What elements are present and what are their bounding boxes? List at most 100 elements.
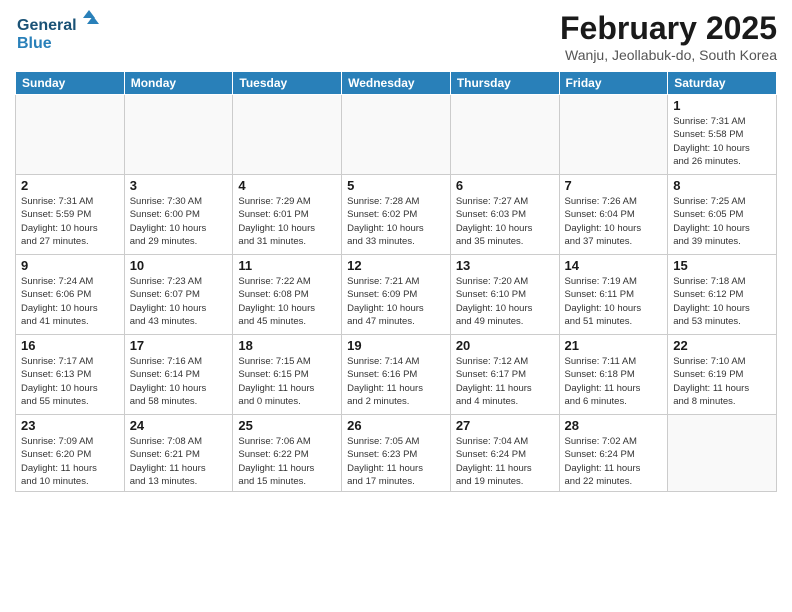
weekday-header-sunday: Sunday [16, 72, 125, 95]
calendar-cell [233, 95, 342, 175]
weekday-header-wednesday: Wednesday [342, 72, 451, 95]
calendar-cell [342, 95, 451, 175]
day-number: 3 [130, 178, 228, 193]
calendar-cell: 17 Sunrise: 7:16 AMSunset: 6:14 PMDayligh… [124, 335, 233, 415]
weekday-header-tuesday: Tuesday [233, 72, 342, 95]
day-number: 23 [21, 418, 119, 433]
day-info: Sunrise: 7:20 AMSunset: 6:10 PMDaylight:… [456, 275, 554, 328]
day-number: 8 [673, 178, 771, 193]
day-info: Sunrise: 7:15 AMSunset: 6:15 PMDaylight:… [238, 355, 336, 408]
header: General Blue February 2025 Wanju, Jeolla… [15, 10, 777, 63]
day-info: Sunrise: 7:27 AMSunset: 6:03 PMDaylight:… [456, 195, 554, 248]
calendar-cell: 9 Sunrise: 7:24 AMSunset: 6:06 PMDaylight… [16, 255, 125, 335]
calendar-cell: 2Sunrise: 7:31 AMSunset: 5:59 PMDaylight… [16, 175, 125, 255]
calendar-cell [450, 95, 559, 175]
day-info: Sunrise: 7:08 AMSunset: 6:21 PMDaylight:… [130, 435, 228, 488]
day-info: Sunrise: 7:02 AMSunset: 6:24 PMDaylight:… [565, 435, 663, 488]
calendar-cell: 28 Sunrise: 7:02 AMSunset: 6:24 PMDayligh… [559, 415, 668, 492]
weekday-header-thursday: Thursday [450, 72, 559, 95]
calendar-cell: 5 Sunrise: 7:28 AMSunset: 6:02 PMDaylight… [342, 175, 451, 255]
day-number: 2 [21, 178, 119, 193]
day-number: 16 [21, 338, 119, 353]
day-number: 22 [673, 338, 771, 353]
day-number: 7 [565, 178, 663, 193]
day-info: Sunrise: 7:18 AMSunset: 6:12 PMDaylight:… [673, 275, 771, 328]
calendar-cell: 10 Sunrise: 7:23 AMSunset: 6:07 PMDayligh… [124, 255, 233, 335]
day-number: 15 [673, 258, 771, 273]
day-number: 19 [347, 338, 445, 353]
day-info: Sunrise: 7:10 AMSunset: 6:19 PMDaylight:… [673, 355, 771, 408]
day-number: 10 [130, 258, 228, 273]
day-number: 21 [565, 338, 663, 353]
calendar-cell [16, 95, 125, 175]
calendar-cell: 26 Sunrise: 7:05 AMSunset: 6:23 PMDayligh… [342, 415, 451, 492]
day-info: Sunrise: 7:17 AMSunset: 6:13 PMDaylight:… [21, 355, 119, 408]
calendar-cell: 25 Sunrise: 7:06 AMSunset: 6:22 PMDayligh… [233, 415, 342, 492]
weekday-header-saturday: Saturday [668, 72, 777, 95]
calendar-cell: 22 Sunrise: 7:10 AMSunset: 6:19 PMDayligh… [668, 335, 777, 415]
calendar-cell: 23 Sunrise: 7:09 AMSunset: 6:20 PMDayligh… [16, 415, 125, 492]
weekday-header-monday: Monday [124, 72, 233, 95]
day-info: Sunrise: 7:06 AMSunset: 6:22 PMDaylight:… [238, 435, 336, 488]
calendar-cell: 14Sunrise: 7:19 AMSunset: 6:11 PMDayligh… [559, 255, 668, 335]
day-number: 28 [565, 418, 663, 433]
day-info: Sunrise: 7:23 AMSunset: 6:07 PMDaylight:… [130, 275, 228, 328]
day-info: Sunrise: 7:25 AMSunset: 6:05 PMDaylight:… [673, 195, 771, 248]
calendar-cell: 8 Sunrise: 7:25 AMSunset: 6:05 PMDaylight… [668, 175, 777, 255]
day-number: 14 [565, 258, 663, 273]
calendar-week-3: 9 Sunrise: 7:24 AMSunset: 6:06 PMDaylight… [16, 255, 777, 335]
day-number: 4 [238, 178, 336, 193]
day-number: 9 [21, 258, 119, 273]
calendar-cell: 24 Sunrise: 7:08 AMSunset: 6:21 PMDayligh… [124, 415, 233, 492]
calendar-cell: 1Sunrise: 7:31 AMSunset: 5:58 PMDaylight… [668, 95, 777, 175]
day-number: 24 [130, 418, 228, 433]
day-info: Sunrise: 7:14 AMSunset: 6:16 PMDaylight:… [347, 355, 445, 408]
calendar-week-1: 1Sunrise: 7:31 AMSunset: 5:58 PMDaylight… [16, 95, 777, 175]
day-info: Sunrise: 7:24 AMSunset: 6:06 PMDaylight:… [21, 275, 119, 328]
calendar-cell: 12 Sunrise: 7:21 AMSunset: 6:09 PMDayligh… [342, 255, 451, 335]
day-number: 5 [347, 178, 445, 193]
page: General Blue February 2025 Wanju, Jeolla… [0, 0, 792, 612]
day-number: 17 [130, 338, 228, 353]
logo: General Blue [15, 10, 105, 60]
logo-icon: General Blue [15, 10, 105, 55]
calendar-cell: 11 Sunrise: 7:22 AMSunset: 6:08 PMDayligh… [233, 255, 342, 335]
calendar-cell: 3 Sunrise: 7:30 AMSunset: 6:00 PMDaylight… [124, 175, 233, 255]
day-number: 26 [347, 418, 445, 433]
calendar-cell: 19 Sunrise: 7:14 AMSunset: 6:16 PMDayligh… [342, 335, 451, 415]
calendar-cell: 7 Sunrise: 7:26 AMSunset: 6:04 PMDaylight… [559, 175, 668, 255]
calendar-table: SundayMondayTuesdayWednesdayThursdayFrid… [15, 71, 777, 492]
day-number: 12 [347, 258, 445, 273]
day-number: 11 [238, 258, 336, 273]
svg-text:Blue: Blue [17, 35, 52, 52]
day-number: 1 [673, 98, 771, 113]
day-info: Sunrise: 7:21 AMSunset: 6:09 PMDaylight:… [347, 275, 445, 328]
day-number: 20 [456, 338, 554, 353]
calendar-cell: 15 Sunrise: 7:18 AMSunset: 6:12 PMDayligh… [668, 255, 777, 335]
day-number: 25 [238, 418, 336, 433]
day-info: Sunrise: 7:05 AMSunset: 6:23 PMDaylight:… [347, 435, 445, 488]
subtitle: Wanju, Jeollabuk-do, South Korea [560, 47, 777, 63]
day-info: Sunrise: 7:04 AMSunset: 6:24 PMDaylight:… [456, 435, 554, 488]
day-info: Sunrise: 7:12 AMSunset: 6:17 PMDaylight:… [456, 355, 554, 408]
weekday-header-row: SundayMondayTuesdayWednesdayThursdayFrid… [16, 72, 777, 95]
day-number: 27 [456, 418, 554, 433]
day-info: Sunrise: 7:29 AMSunset: 6:01 PMDaylight:… [238, 195, 336, 248]
day-info: Sunrise: 7:09 AMSunset: 6:20 PMDaylight:… [21, 435, 119, 488]
calendar-cell [124, 95, 233, 175]
calendar-week-2: 2Sunrise: 7:31 AMSunset: 5:59 PMDaylight… [16, 175, 777, 255]
calendar-cell: 16 Sunrise: 7:17 AMSunset: 6:13 PMDayligh… [16, 335, 125, 415]
day-number: 6 [456, 178, 554, 193]
day-info: Sunrise: 7:28 AMSunset: 6:02 PMDaylight:… [347, 195, 445, 248]
title-block: February 2025 Wanju, Jeollabuk-do, South… [560, 10, 777, 63]
day-info: Sunrise: 7:22 AMSunset: 6:08 PMDaylight:… [238, 275, 336, 328]
day-info: Sunrise: 7:26 AMSunset: 6:04 PMDaylight:… [565, 195, 663, 248]
svg-text:General: General [17, 17, 77, 34]
calendar-cell: 13Sunrise: 7:20 AMSunset: 6:10 PMDayligh… [450, 255, 559, 335]
calendar-cell: 20 Sunrise: 7:12 AMSunset: 6:17 PMDayligh… [450, 335, 559, 415]
calendar-cell: 27 Sunrise: 7:04 AMSunset: 6:24 PMDayligh… [450, 415, 559, 492]
day-info: Sunrise: 7:30 AMSunset: 6:00 PMDaylight:… [130, 195, 228, 248]
day-info: Sunrise: 7:11 AMSunset: 6:18 PMDaylight:… [565, 355, 663, 408]
calendar-cell: 4 Sunrise: 7:29 AMSunset: 6:01 PMDaylight… [233, 175, 342, 255]
day-info: Sunrise: 7:16 AMSunset: 6:14 PMDaylight:… [130, 355, 228, 408]
